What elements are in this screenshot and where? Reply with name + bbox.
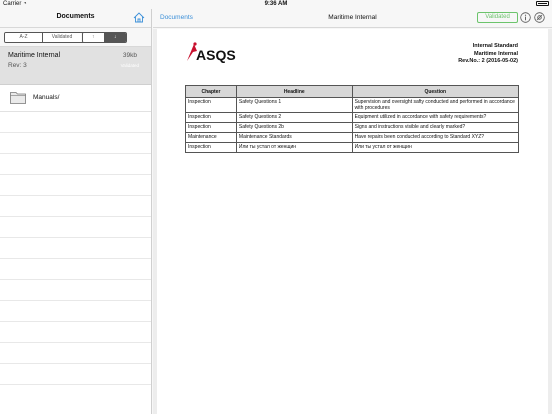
table-row: Inspection Safety Questions 2b Signs and… <box>185 122 520 133</box>
folder-icon <box>10 92 26 104</box>
cell-headline: Или ты устал от женщин <box>235 142 353 153</box>
cell-question: Equipment utilized in accordance with sa… <box>351 112 520 123</box>
folder-item[interactable]: Manuals/ <box>0 85 151 112</box>
svg-text:ASQS: ASQS <box>196 47 236 63</box>
cell-chapter: Inspection <box>185 142 237 153</box>
info-icon[interactable] <box>520 12 531 23</box>
document-size: 39kb <box>122 52 137 59</box>
page-scroll-area[interactable]: ASQS Internal Standard Maritime Internal… <box>153 29 552 414</box>
empty-row <box>0 301 151 322</box>
empty-row <box>0 280 151 301</box>
document-name: Maritime Internal <box>8 52 61 59</box>
empty-row <box>0 343 151 364</box>
document-viewer-pane: Documents Maritime Internal Validated AS… <box>153 9 552 414</box>
viewer-nav-bar: Documents Maritime Internal Validated <box>153 9 552 28</box>
cell-headline: Safety Questions 2 <box>235 112 353 123</box>
sidebar-title: Documents <box>56 13 95 20</box>
table-row: Maintenance Maintenance Standards Have r… <box>185 132 520 143</box>
cell-chapter: Inspection <box>185 97 237 113</box>
home-icon[interactable] <box>133 12 145 23</box>
cell-question: Supervision and oversight safty conducte… <box>351 97 520 113</box>
column-header-headline: Headline <box>235 85 353 98</box>
sidebar-nav-bar: Documents <box>0 9 151 28</box>
questions-table: Chapter Headline Question Inspection Saf… <box>185 85 520 153</box>
cell-chapter: Inspection <box>185 122 237 133</box>
document-status: Validated <box>120 63 139 68</box>
cell-question: Или ты устал от женщин <box>351 142 520 153</box>
status-bar: Carrier ︎◔ 9:36 AM <box>0 0 552 9</box>
filter-validated-button[interactable]: Validated <box>43 33 81 42</box>
battery-icon <box>536 0 549 9</box>
document-page: ASQS Internal Standard Maritime Internal… <box>157 29 548 414</box>
document-name-header: Maritime Internal <box>473 50 518 57</box>
sort-az-button[interactable]: A-Z <box>5 33 43 42</box>
cell-chapter: Inspection <box>185 112 237 123</box>
cell-question: Signs and instructions visible and clear… <box>351 122 520 133</box>
clock: 9:36 AM <box>264 1 288 7</box>
empty-row <box>0 217 151 238</box>
empty-row <box>0 259 151 280</box>
table-row: Inspection Safety Questions 1 Supervisio… <box>185 97 520 113</box>
validated-button[interactable]: Validated <box>477 12 518 23</box>
column-header-question: Question <box>351 85 520 98</box>
document-type: Internal Standard <box>472 43 518 49</box>
table-row: Inspection Safety Questions 2 Equipment … <box>185 112 520 123</box>
document-header: Internal Standard Maritime Internal Rev.… <box>458 43 518 66</box>
empty-row <box>0 154 151 175</box>
cell-headline: Safety Questions 1 <box>235 97 353 113</box>
column-header-chapter: Chapter <box>185 85 237 98</box>
empty-row <box>0 238 151 259</box>
folder-label: Manuals/ <box>33 94 60 101</box>
empty-row <box>0 364 151 385</box>
empty-row <box>0 322 151 343</box>
cell-headline: Safety Questions 2b <box>235 122 353 133</box>
sort-ascending-button[interactable]: ↑ <box>83 33 105 42</box>
filter-bar: A-Z Validated ↑ ↓ <box>0 28 151 47</box>
empty-row <box>0 175 151 196</box>
document-revision: Rev: 3 <box>8 62 27 69</box>
document-revision-header: Rev.No.: 2 (2016-05-02) <box>458 58 518 64</box>
asqs-logo: ASQS <box>187 42 236 63</box>
empty-row <box>0 133 151 154</box>
settings-icon[interactable] <box>534 12 545 23</box>
sort-direction-control[interactable]: ↑ ↓ <box>82 32 127 43</box>
cell-question: Have repairs been conducted according to… <box>351 132 520 143</box>
cell-headline: Maintenance Standards <box>235 132 353 143</box>
empty-row <box>0 112 151 133</box>
empty-row <box>0 196 151 217</box>
document-item[interactable]: Maritime Internal Rev: 3 39kb Validated <box>0 47 151 85</box>
table-header-row: Chapter Headline Question <box>185 85 520 98</box>
sort-descending-button[interactable]: ↓ <box>104 33 126 42</box>
table-row: Inspection Или ты устал от женщин Или ты… <box>185 142 520 153</box>
document-list-pane: Documents A-Z Validated ↑ ↓ Maritime Int… <box>0 9 152 414</box>
cell-chapter: Maintenance <box>185 132 237 143</box>
